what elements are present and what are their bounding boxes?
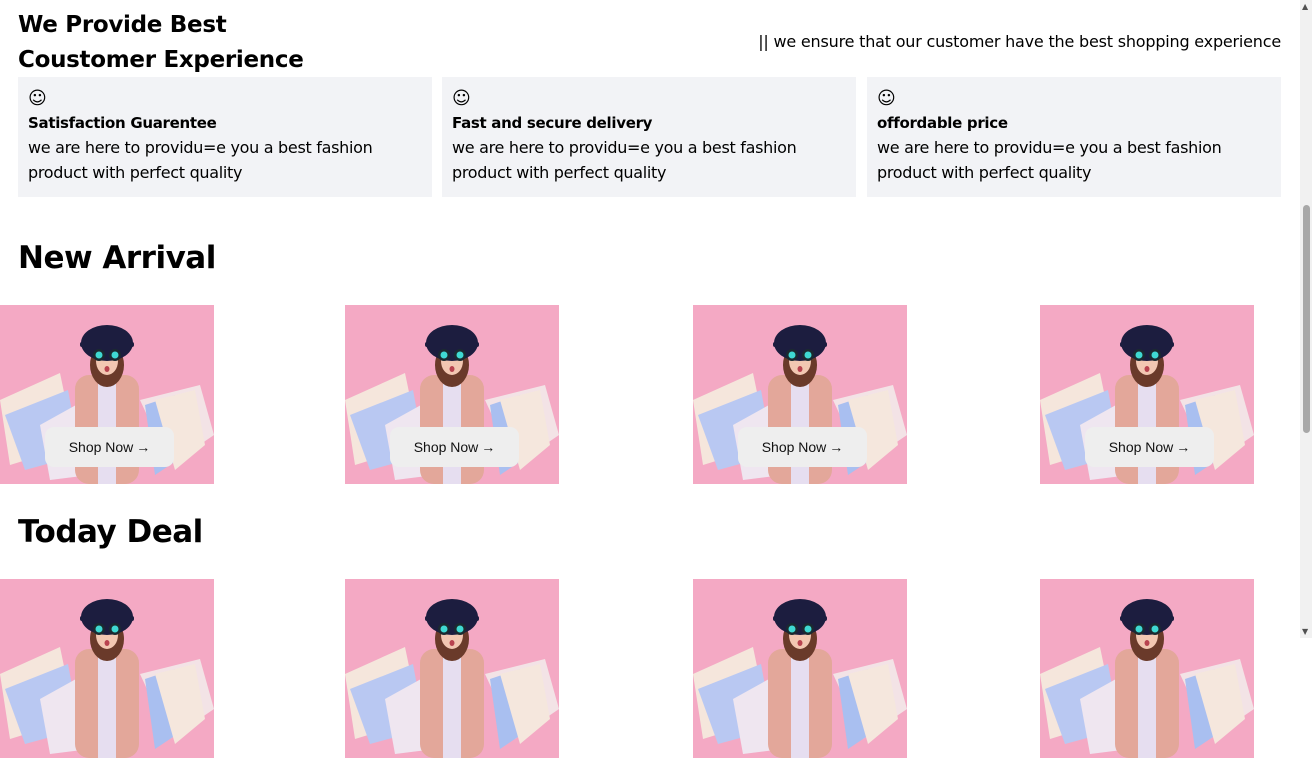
- product-card[interactable]: [345, 579, 559, 758]
- scrollbar-thumb[interactable]: [1303, 205, 1310, 433]
- shop-now-button[interactable]: Shop Now →: [1085, 427, 1214, 467]
- smiley-icon: ☺: [877, 88, 896, 109]
- feature-card: ☺ Fast and secure delivery we are here t…: [442, 77, 856, 197]
- shop-now-label: Shop Now: [68, 439, 134, 455]
- scroll-up-icon[interactable]: ▲: [1302, 2, 1308, 11]
- tagline: || we ensure that our customer have the …: [758, 32, 1281, 51]
- new-arrival-heading: New Arrival: [18, 240, 216, 276]
- product-image: [693, 579, 907, 758]
- shop-now-label: Shop Now: [413, 439, 479, 455]
- product-image: [0, 579, 214, 758]
- product-card[interactable]: [1040, 579, 1254, 758]
- product-card[interactable]: [693, 579, 907, 758]
- scrollbar[interactable]: ▲ ▼: [1300, 0, 1312, 638]
- product-card[interactable]: Shop Now →: [0, 305, 214, 484]
- arrow-right-icon: →: [136, 439, 151, 455]
- product-image: [345, 579, 559, 758]
- feature-card: ☺ Satisfaction Guarentee we are here to …: [18, 77, 432, 197]
- feature-title: offordable price: [877, 114, 1008, 132]
- shop-now-label: Shop Now: [761, 439, 827, 455]
- shop-now-button[interactable]: Shop Now →: [45, 427, 174, 467]
- shop-now-button[interactable]: Shop Now →: [738, 427, 867, 467]
- smiley-icon: ☺: [452, 88, 471, 109]
- product-card[interactable]: Shop Now →: [1040, 305, 1254, 484]
- product-image: [1040, 579, 1254, 758]
- heading-line-2: Coustomer Experience: [18, 47, 304, 73]
- feature-description: we are here to providu=e you a best fash…: [877, 138, 1222, 182]
- shop-now-label: Shop Now: [1108, 439, 1174, 455]
- page-heading: We Provide Best Coustomer Experience: [18, 8, 304, 78]
- scroll-down-icon[interactable]: ▼: [1302, 627, 1308, 636]
- product-card[interactable]: [0, 579, 214, 758]
- feature-card: ☺ offordable price we are here to provid…: [867, 77, 1281, 197]
- feature-description: we are here to providu=e you a best fash…: [28, 138, 373, 182]
- smiley-icon: ☺: [28, 88, 47, 109]
- arrow-right-icon: →: [1176, 439, 1191, 455]
- today-deal-heading: Today Deal: [18, 514, 203, 550]
- heading-line-1: We Provide Best: [18, 12, 227, 38]
- shop-now-button[interactable]: Shop Now →: [390, 427, 519, 467]
- product-card[interactable]: Shop Now →: [693, 305, 907, 484]
- feature-description: we are here to providu=e you a best fash…: [452, 138, 797, 182]
- feature-title: Satisfaction Guarentee: [28, 114, 217, 132]
- product-card[interactable]: Shop Now →: [345, 305, 559, 484]
- feature-title: Fast and secure delivery: [452, 114, 653, 132]
- arrow-right-icon: →: [481, 439, 496, 455]
- arrow-right-icon: →: [829, 439, 844, 455]
